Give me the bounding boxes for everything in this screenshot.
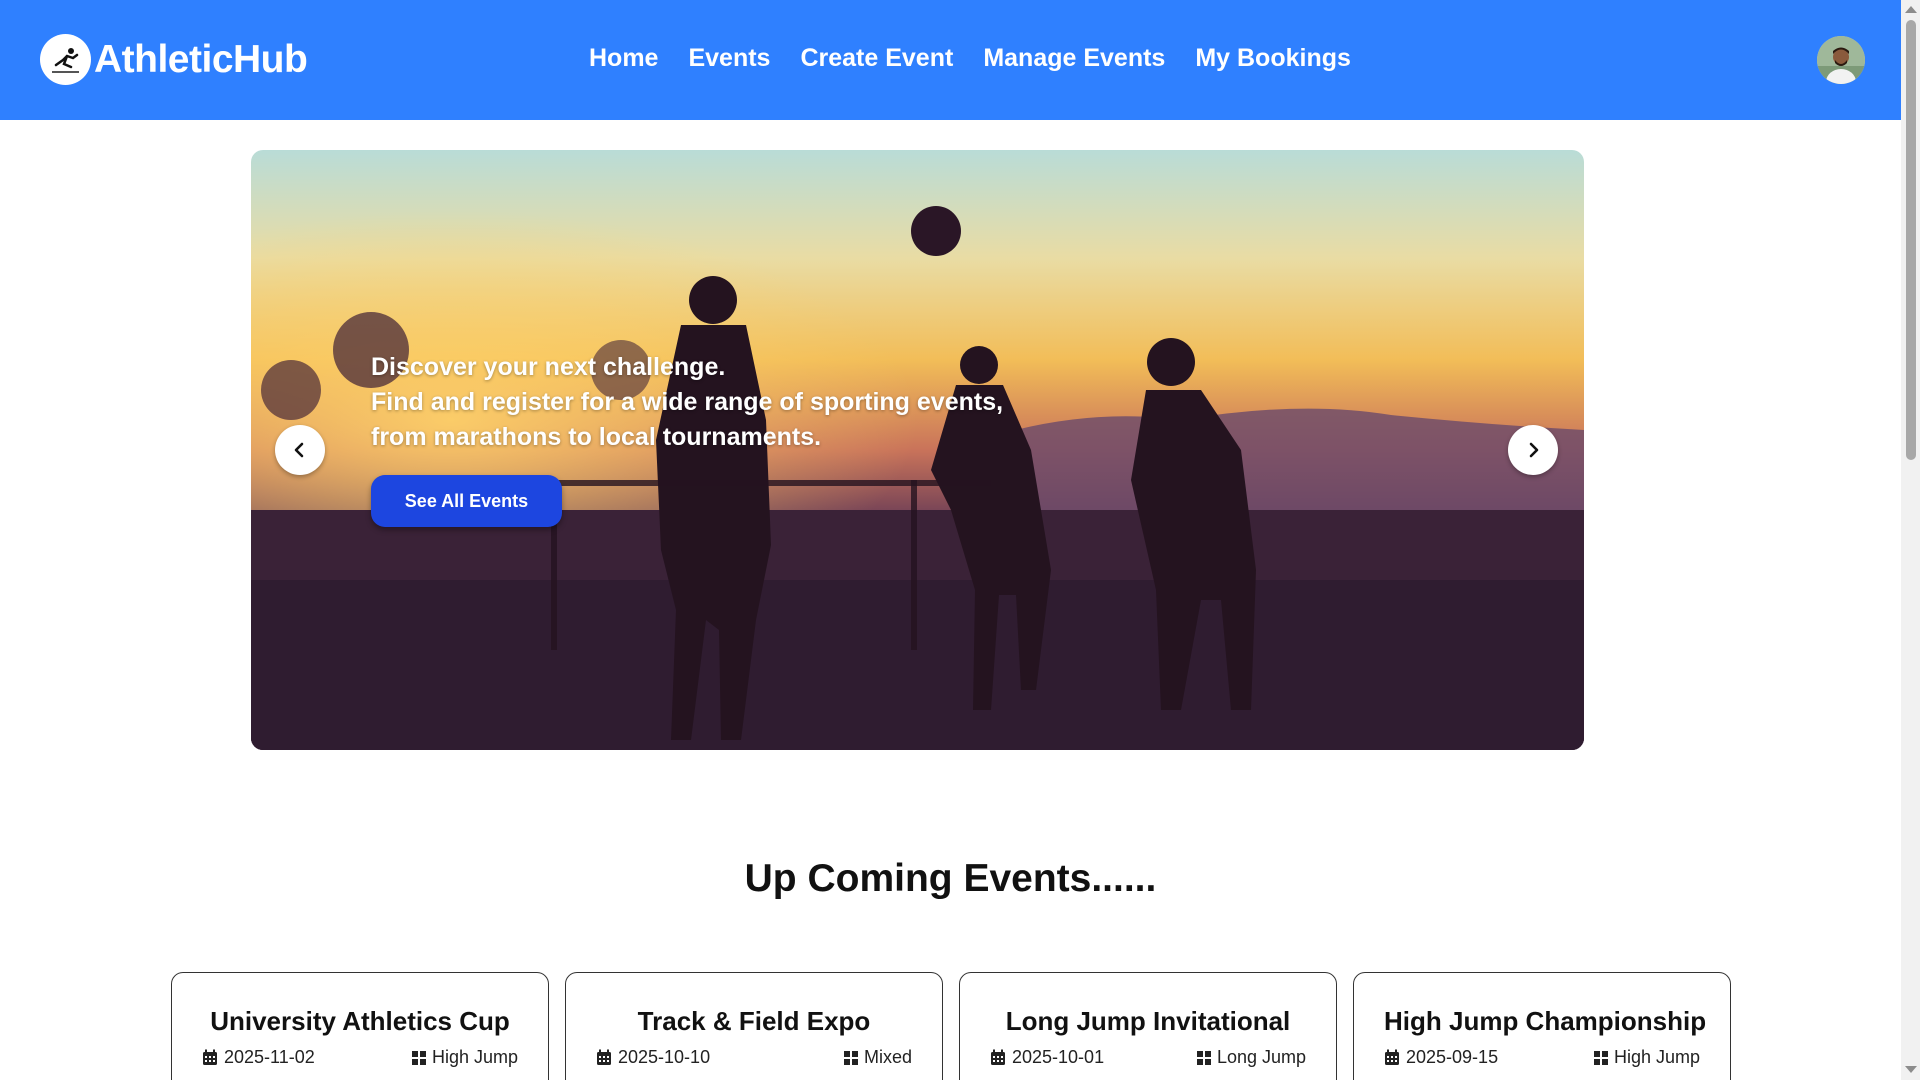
grid-icon — [411, 1050, 426, 1065]
grid-icon — [1196, 1050, 1211, 1065]
scroll-down-arrow-icon[interactable] — [1905, 1066, 1917, 1073]
see-all-events-button[interactable]: See All Events — [371, 475, 562, 527]
hero-tagline: Discover your next challenge. Find and r… — [371, 350, 1071, 455]
main-nav: Home Events Create Event Manage Events M… — [589, 44, 1351, 73]
hero-line-2: Find and register for a wide range of sp… — [371, 388, 1004, 416]
event-category: High Jump — [411, 1047, 518, 1068]
user-avatar-icon — [1817, 36, 1865, 84]
carousel-next-button[interactable] — [1508, 425, 1558, 475]
event-category-text: High Jump — [431, 1047, 518, 1067]
event-date-text: 2025-11-02 — [224, 1047, 315, 1067]
hero-line-1: Discover your next challenge. — [371, 353, 726, 381]
nav-manage-events[interactable]: Manage Events — [983, 44, 1165, 73]
event-title: Long Jump Invitational — [1005, 1006, 1291, 1036]
calendar-icon — [1385, 1049, 1399, 1065]
event-date: 2025-09-15 — [1384, 1047, 1498, 1068]
calendar-icon — [991, 1049, 1005, 1065]
chevron-right-icon — [1529, 442, 1539, 458]
event-category: Long Jump — [1196, 1047, 1306, 1068]
event-title: High Jump Championship — [1384, 1006, 1707, 1036]
calendar-icon — [203, 1049, 217, 1065]
scrollbar-thumb[interactable] — [1906, 20, 1916, 460]
runner-logo-icon — [40, 34, 91, 85]
carousel-prev-button[interactable] — [275, 425, 325, 475]
nav-create-event[interactable]: Create Event — [800, 44, 953, 73]
event-date: 2025-10-10 — [596, 1047, 710, 1068]
event-date: 2025-10-01 — [990, 1047, 1104, 1068]
nav-my-bookings[interactable]: My Bookings — [1195, 44, 1351, 73]
brand-name: AthleticHub — [94, 37, 308, 81]
event-category: High Jump — [1593, 1047, 1700, 1068]
section-title: Up Coming Events...... — [744, 857, 1157, 900]
event-category-text: Long Jump — [1216, 1047, 1306, 1067]
user-avatar[interactable] — [1817, 36, 1865, 84]
event-title: University Athletics Cup — [210, 1006, 510, 1036]
page: AthleticHub Home Events Create Event Man… — [0, 0, 1901, 1080]
event-meta: 2025-11-02 High Jump — [202, 1047, 518, 1068]
event-date: 2025-11-02 — [202, 1047, 315, 1068]
calendar-icon — [597, 1049, 611, 1065]
event-date-text: 2025-10-01 — [1012, 1047, 1105, 1067]
nav-home[interactable]: Home — [589, 44, 658, 73]
grid-icon — [843, 1050, 858, 1065]
page-scrollbar[interactable] — [1901, 0, 1920, 1080]
event-category-text: Mixed — [863, 1047, 912, 1067]
event-title: Track & Field Expo — [637, 1006, 871, 1036]
event-card[interactable]: High Jump Championship 2025-09-15 High J… — [1353, 972, 1731, 1080]
event-card[interactable]: University Athletics Cup 2025-11-02 High… — [171, 972, 549, 1080]
event-card-list: University Athletics Cup 2025-11-02 High… — [171, 972, 1731, 1080]
event-meta: 2025-10-10 Mixed — [596, 1047, 912, 1068]
event-card[interactable]: Track & Field Expo 2025-10-10 Mixed — [565, 972, 943, 1080]
event-date-text: 2025-09-15 — [1406, 1047, 1499, 1067]
event-category-text: High Jump — [1613, 1047, 1700, 1067]
grid-icon — [1593, 1050, 1608, 1065]
scroll-up-arrow-icon[interactable] — [1905, 6, 1917, 13]
event-card[interactable]: Long Jump Invitational 2025-10-01 Long J… — [959, 972, 1337, 1080]
nav-events[interactable]: Events — [688, 44, 770, 73]
hero-line-3: from marathons to local tournaments. — [371, 423, 822, 451]
navbar: AthleticHub Home Events Create Event Man… — [0, 0, 1901, 120]
event-category: Mixed — [843, 1047, 912, 1068]
event-date-text: 2025-10-10 — [618, 1047, 711, 1067]
brand-link[interactable]: AthleticHub — [40, 34, 308, 85]
hero-carousel: Discover your next challenge. Find and r… — [251, 150, 1584, 750]
event-meta: 2025-09-15 High Jump — [1384, 1047, 1700, 1068]
chevron-left-icon — [294, 442, 304, 458]
event-meta: 2025-10-01 Long Jump — [990, 1047, 1306, 1068]
